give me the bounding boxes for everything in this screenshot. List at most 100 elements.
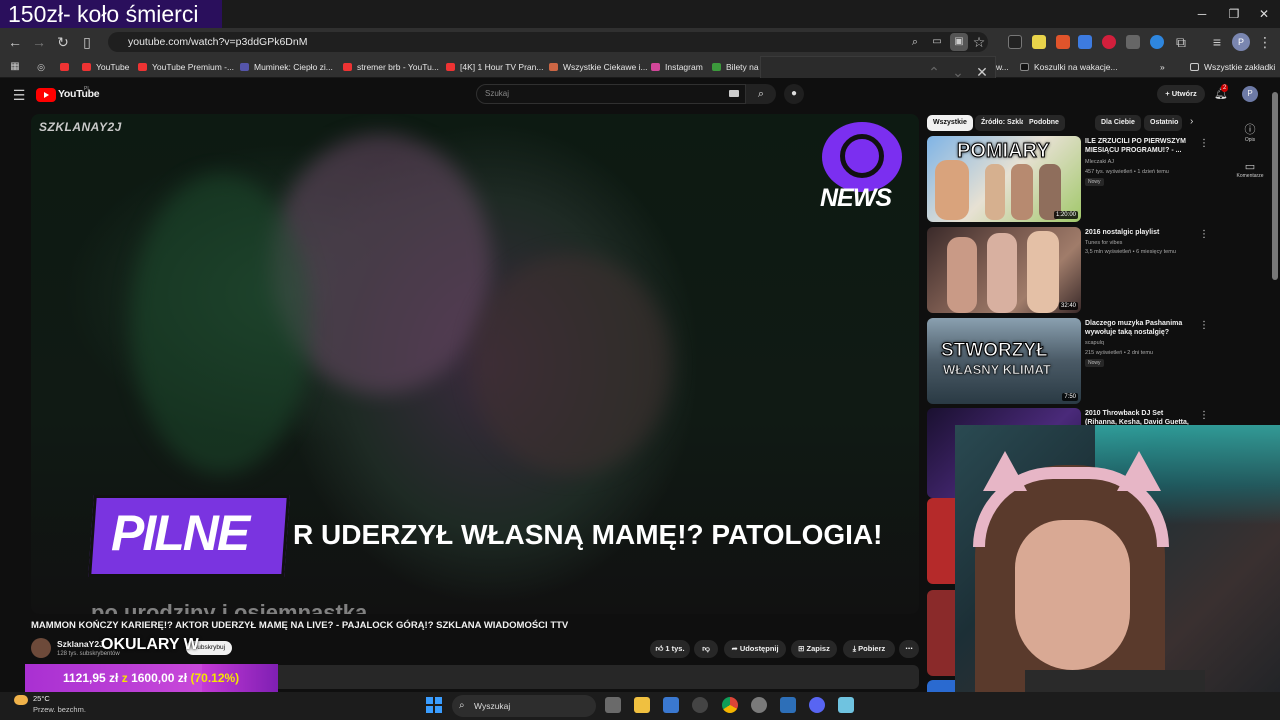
new-badge: Nowy [1085, 178, 1104, 186]
extension-icon[interactable] [1102, 35, 1116, 49]
bookmark-item[interactable]: Koszulki na wakacje... [1020, 60, 1118, 74]
stream-overlay-text: OKULARY W [101, 636, 199, 653]
chip-recent[interactable]: Ostatnio [1144, 115, 1182, 131]
url-field[interactable]: youtube.com/watch?v=p3ddGPk6DnM [108, 32, 988, 52]
youtube-logo-icon[interactable] [36, 88, 56, 102]
recommendation-title[interactable]: 2016 nostalgic playlist [1085, 228, 1195, 237]
recommendation-thumbnail[interactable]: POMIARY 1:20:00 [927, 136, 1081, 222]
video-player[interactable]: SZKLANAY2J NEWS PILNE R UDERZYŁ WŁASNĄ M… [31, 114, 919, 614]
recommendation-thumbnail[interactable] [927, 590, 955, 676]
zoom-icon[interactable]: ⌕ [906, 33, 924, 51]
profile-avatar[interactable]: P [1232, 33, 1250, 51]
new-badge: Nowy [1085, 359, 1104, 367]
extension-icon[interactable] [1126, 35, 1140, 49]
comment-icon: ▭ [1244, 161, 1256, 173]
bookmark-item[interactable]: Bilety na [712, 60, 759, 74]
windows-start-icon[interactable] [426, 697, 442, 713]
bookmark-item[interactable]: w... [996, 60, 1009, 74]
bookmark-icon[interactable]: ◎ [32, 58, 50, 76]
app-icon[interactable] [692, 697, 708, 713]
bookmark-item[interactable]: YouTube Premium -... [138, 60, 234, 74]
media-icon[interactable]: ≡ [1208, 33, 1226, 51]
microphone-icon[interactable]: ● [784, 84, 804, 104]
more-options-icon[interactable]: ⋮ [1199, 410, 1209, 421]
donation-goal-text: 1121,95 zł z 1600,00 zł (70.12%) [63, 671, 240, 685]
share-button[interactable]: ➦ Udostępnij [724, 640, 786, 658]
description-panel-button[interactable]: ⓘ Opis [1230, 121, 1270, 143]
save-button[interactable]: ⊞ Zapisz [791, 640, 837, 658]
comments-panel-button[interactable]: ▭ Komentarze [1230, 160, 1270, 179]
task-view-icon[interactable] [605, 697, 621, 713]
extension-icon[interactable] [1150, 35, 1164, 49]
reload-icon[interactable]: ↻ [54, 33, 72, 51]
recommendation-thumbnail[interactable] [927, 680, 955, 692]
file-explorer-icon[interactable] [634, 697, 650, 713]
bookmarks-bar: ▦ ◎ YouTube YouTube Premium -... Muminek… [0, 56, 1280, 78]
chip-for-you[interactable]: Dla Ciebie [1095, 115, 1141, 131]
recommendation-thumbnail[interactable]: STWORZYŁ WŁASNY KLIMAT 7:50 [927, 318, 1081, 404]
settings-gear-icon[interactable] [751, 697, 767, 713]
notepad-icon[interactable] [838, 697, 854, 713]
account-avatar[interactable]: P [1242, 86, 1258, 102]
bookmark-item[interactable]: YouTube [82, 60, 129, 74]
star-icon[interactable]: ☆ [970, 33, 988, 51]
recommendation-title[interactable]: Dlaczego muzyka Pashanima wywołuje taką … [1085, 319, 1195, 337]
chip-similar[interactable]: Podobne [1023, 115, 1065, 131]
youtube-logo-text[interactable]: YouTube [58, 88, 100, 100]
channel-avatar[interactable] [31, 638, 51, 658]
like-button[interactable]: 👍︎ 1 tys. [650, 640, 690, 658]
search-input[interactable]: Szukaj [476, 84, 746, 104]
lens-icon[interactable]: ▣ [950, 33, 968, 51]
create-button[interactable]: + Utwórz [1157, 85, 1205, 103]
app-icon[interactable] [780, 697, 796, 713]
bookmark-youtube-icon[interactable] [60, 60, 74, 74]
bookmark-item[interactable]: Instagram [651, 60, 703, 74]
extension-icon[interactable] [1032, 35, 1046, 49]
download-button[interactable]: ⤓ Pobierz [843, 640, 895, 658]
all-bookmarks-folder[interactable]: Wszystkie zakładki [1190, 60, 1275, 74]
discord-icon[interactable] [809, 697, 825, 713]
bookmark-item[interactable]: Muminek: Ciepło zi... [240, 60, 333, 74]
recommendation-thumbnail[interactable] [927, 498, 955, 584]
back-icon[interactable]: ← [6, 33, 24, 51]
bookmark-item[interactable]: [4K] 1 Hour TV Pran... [446, 60, 543, 74]
bookmark-item[interactable]: Wszystkie Ciekawe i... [549, 60, 648, 74]
recommendation-channel[interactable]: scapulq [1085, 339, 1205, 347]
more-options-icon[interactable]: ⋮ [1199, 229, 1209, 240]
search-icon[interactable]: ⌕ [746, 84, 776, 104]
recommendation-title[interactable]: ILE ZRZUCILI PO PIERWSZYM MIESIĄCU PROGR… [1085, 137, 1195, 155]
taskbar-search[interactable]: ⌕ Wyszukaj [452, 695, 596, 717]
weather-icon[interactable] [14, 695, 28, 705]
more-options-icon[interactable]: ⋮ [1199, 138, 1209, 149]
recommendation-channel[interactable]: Mleczaki AJ [1085, 158, 1205, 166]
recommendation-thumbnail[interactable]: 32:40 [927, 227, 1081, 313]
calendar-extension-icon[interactable] [1078, 35, 1092, 49]
chrome-icon[interactable] [722, 697, 738, 713]
menu-dots-icon[interactable]: ⋮ [1256, 33, 1274, 51]
extension-icon[interactable] [1056, 35, 1070, 49]
weather-temperature[interactable]: 25°C [33, 694, 50, 703]
chip-all[interactable]: Wszystkie [927, 115, 973, 131]
page-scrollbar[interactable] [1272, 92, 1278, 280]
cast-icon[interactable]: ▭ [928, 33, 946, 51]
more-options-icon[interactable]: ⋮ [1199, 320, 1209, 331]
recommendation-channel[interactable]: Tunes for vibes [1085, 239, 1205, 247]
store-icon[interactable] [663, 697, 679, 713]
chevron-right-icon[interactable]: › [1190, 116, 1193, 127]
close-icon[interactable]: ✕ [1246, 0, 1280, 28]
more-actions-icon[interactable]: ⋯ [899, 640, 919, 658]
channel-name[interactable]: SzklanaY2J [57, 639, 104, 649]
extensions-puzzle-icon[interactable]: ⧉ [1172, 33, 1190, 51]
minimize-icon[interactable]: ─ [1184, 0, 1220, 28]
extension-icon[interactable] [1008, 35, 1022, 49]
chevron-right-icon[interactable]: » [1160, 60, 1165, 74]
news-logo-text: NEWS [820, 184, 892, 212]
keyboard-icon[interactable] [729, 90, 739, 97]
hamburger-menu-icon[interactable]: ☰ [10, 86, 28, 104]
weather-description[interactable]: Przew. bezchm. [33, 705, 86, 714]
side-panel-icon[interactable]: ▯ [78, 33, 96, 51]
forward-icon[interactable]: → [30, 33, 48, 51]
apps-grid-icon[interactable]: ▦ [6, 58, 24, 76]
dislike-icon[interactable]: 👎︎ [694, 640, 718, 658]
bookmark-item[interactable]: stremer brb - YouTu... [343, 60, 439, 74]
